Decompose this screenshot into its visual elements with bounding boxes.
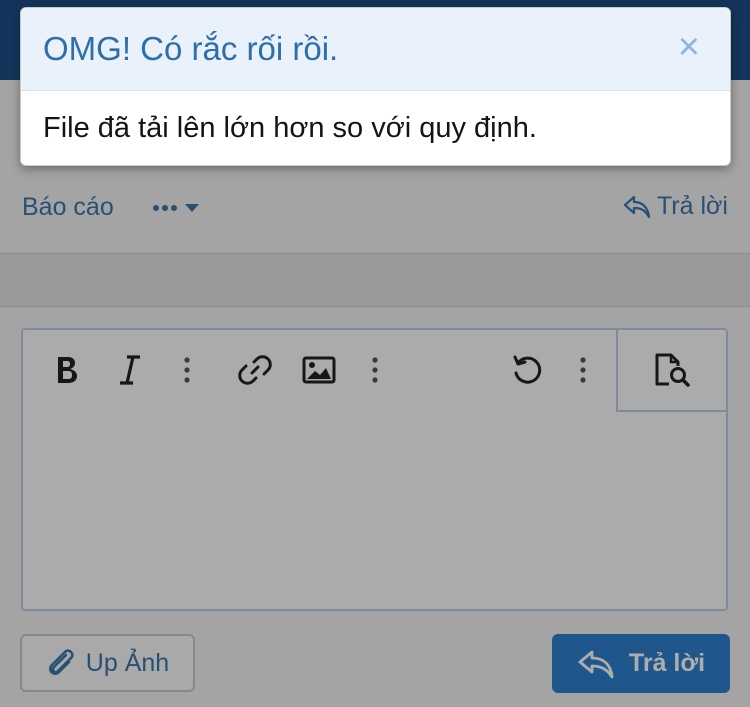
alert-header: OMG! Có rắc rối rồi. ×: [21, 8, 730, 91]
close-icon[interactable]: ×: [678, 28, 700, 66]
alert-message: File đã tải lên lớn hơn so với quy định.: [43, 112, 537, 144]
error-alert-dialog: OMG! Có rắc rối rồi. × File đã tải lên l…: [20, 7, 731, 166]
alert-title: OMG! Có rắc rối rồi.: [43, 30, 339, 67]
